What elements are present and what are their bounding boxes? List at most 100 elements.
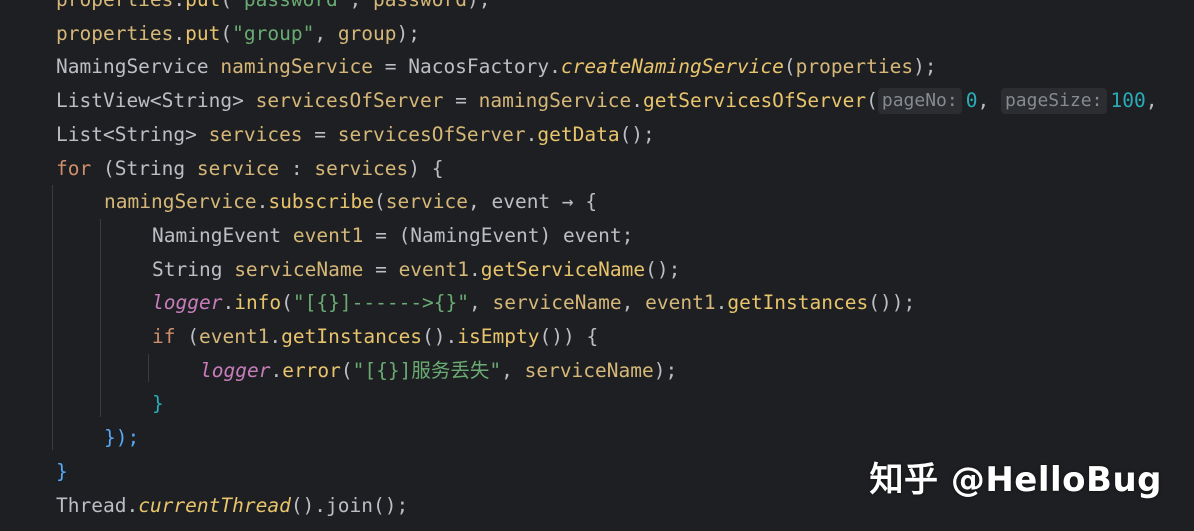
- code-token: ListView<String>: [56, 89, 256, 113]
- code-token: group: [337, 21, 397, 45]
- code-token: (: [866, 89, 878, 113]
- code-line[interactable]: NamingService namingService = NacosFacto…: [56, 50, 937, 84]
- code-token: }: [152, 392, 164, 416]
- code-token: (: [220, 21, 233, 45]
- code-token: for: [56, 156, 92, 180]
- code-token: event: [491, 190, 551, 214]
- code-token: ,: [621, 291, 646, 315]
- code-token: (: [783, 55, 796, 79]
- code-token: getServiceName: [480, 257, 646, 281]
- code-token: ,: [467, 190, 492, 214]
- indent-guide-level-3: [148, 354, 149, 382]
- code-token: ) {: [408, 156, 444, 180]
- code-token: "[{}]------>{}": [292, 291, 470, 315]
- code-token: getData: [537, 122, 620, 146]
- code-token: .: [715, 291, 728, 315]
- code-token: );: [396, 21, 420, 45]
- code-token: ;: [621, 223, 634, 247]
- indent-guide-level-1: [52, 185, 53, 450]
- code-token: (String: [91, 156, 197, 180]
- code-line[interactable]: });: [104, 421, 139, 455]
- code-token: namingService: [220, 55, 373, 79]
- code-token: .: [173, 21, 186, 45]
- code-token: (: [220, 0, 232, 11]
- code-token: ,: [469, 291, 493, 315]
- code-line[interactable]: if (event1.getInstances().isEmpty()) {: [152, 320, 598, 354]
- code-line[interactable]: }: [56, 455, 68, 489]
- code-token: );: [913, 55, 937, 79]
- code-token: .: [631, 89, 644, 113]
- code-token: event: [562, 223, 622, 247]
- code-token: getInstances: [281, 325, 423, 348]
- code-token: ();: [619, 122, 655, 146]
- code-token: Thread.: [56, 493, 139, 517]
- code-token: ,: [501, 358, 525, 382]
- code-token: }: [56, 459, 68, 483]
- code-token: =: [302, 122, 338, 146]
- code-token: logger: [200, 358, 271, 382]
- code-token: ()) {: [539, 325, 599, 348]
- code-token: put: [185, 0, 220, 11]
- code-token: =: [363, 257, 399, 281]
- code-token: subscribe: [268, 190, 375, 214]
- code-token: properties: [56, 21, 174, 45]
- code-token: services: [314, 156, 409, 180]
- parameter-hint: pageSize:: [1000, 88, 1107, 115]
- code-token: password: [373, 0, 467, 11]
- code-token: NamingEvent: [152, 223, 293, 247]
- code-token: servicesOfServer: [255, 89, 444, 113]
- code-token: ,: [314, 21, 338, 45]
- code-line[interactable]: namingService.subscribe(service, event →…: [104, 185, 597, 219]
- code-token: event1: [292, 223, 364, 247]
- code-token: (: [281, 291, 293, 315]
- code-line[interactable]: }: [152, 387, 164, 421]
- code-token: (: [374, 190, 386, 214]
- code-token: event1: [398, 257, 470, 281]
- code-token: 100: [1110, 89, 1146, 113]
- code-line[interactable]: logger.info("[{}]------>{}", serviceName…: [152, 286, 915, 320]
- code-line[interactable]: ListView<String> servicesOfServer = nami…: [56, 84, 1157, 118]
- code-token: 0: [965, 89, 978, 113]
- code-token: ,: [977, 89, 1001, 113]
- code-line[interactable]: properties.put("group", group);: [56, 17, 420, 51]
- code-token: currentThread: [138, 493, 291, 517]
- code-token: servicesOfServer: [337, 122, 526, 146]
- code-token: );: [653, 358, 678, 382]
- code-token: ().: [422, 325, 458, 348]
- code-token: service: [196, 156, 280, 180]
- code-token: error: [282, 358, 341, 382]
- code-token: );: [467, 0, 490, 11]
- code-token: ());: [868, 291, 916, 315]
- code-token: NamingService: [56, 55, 221, 79]
- code-token: getServicesOfServer: [643, 89, 867, 113]
- code-token: info: [234, 291, 282, 315]
- code-token: logger: [152, 291, 223, 315]
- code-token: ();: [645, 257, 681, 281]
- code-token: event1: [198, 325, 270, 348]
- code-token: isEmpty: [457, 325, 540, 348]
- code-token: "[{}]服务丢失": [352, 358, 502, 382]
- code-token: .: [222, 291, 235, 315]
- code-token: :: [279, 156, 315, 180]
- code-token: getInstances: [727, 291, 869, 315]
- code-token: .: [525, 122, 538, 146]
- code-line[interactable]: properties.put("password", password);: [56, 0, 490, 17]
- code-line[interactable]: Thread.currentThread().join();: [56, 489, 408, 523]
- code-token: (: [340, 358, 353, 382]
- code-token: ,: [350, 0, 373, 11]
- code-token: createNamingService: [560, 55, 784, 79]
- code-line[interactable]: String serviceName = event1.getServiceNa…: [152, 253, 680, 287]
- parameter-hint: pageNo:: [877, 88, 962, 115]
- code-token: "group": [232, 21, 315, 45]
- code-line[interactable]: logger.error("[{}]服务丢失", serviceName);: [200, 354, 677, 388]
- code-line[interactable]: NamingEvent event1 = (NamingEvent) event…: [152, 219, 633, 253]
- code-line[interactable]: for (String service : services) {: [56, 152, 443, 186]
- code-line[interactable]: List<String> services = servicesOfServer…: [56, 118, 655, 152]
- code-token: if: [152, 325, 176, 348]
- code-token: namingService: [104, 190, 257, 214]
- code-token: properties: [56, 0, 173, 11]
- code-token: .: [173, 0, 185, 11]
- code-token: "password": [232, 0, 349, 11]
- code-token: (: [175, 325, 199, 348]
- code-token: .: [269, 325, 282, 348]
